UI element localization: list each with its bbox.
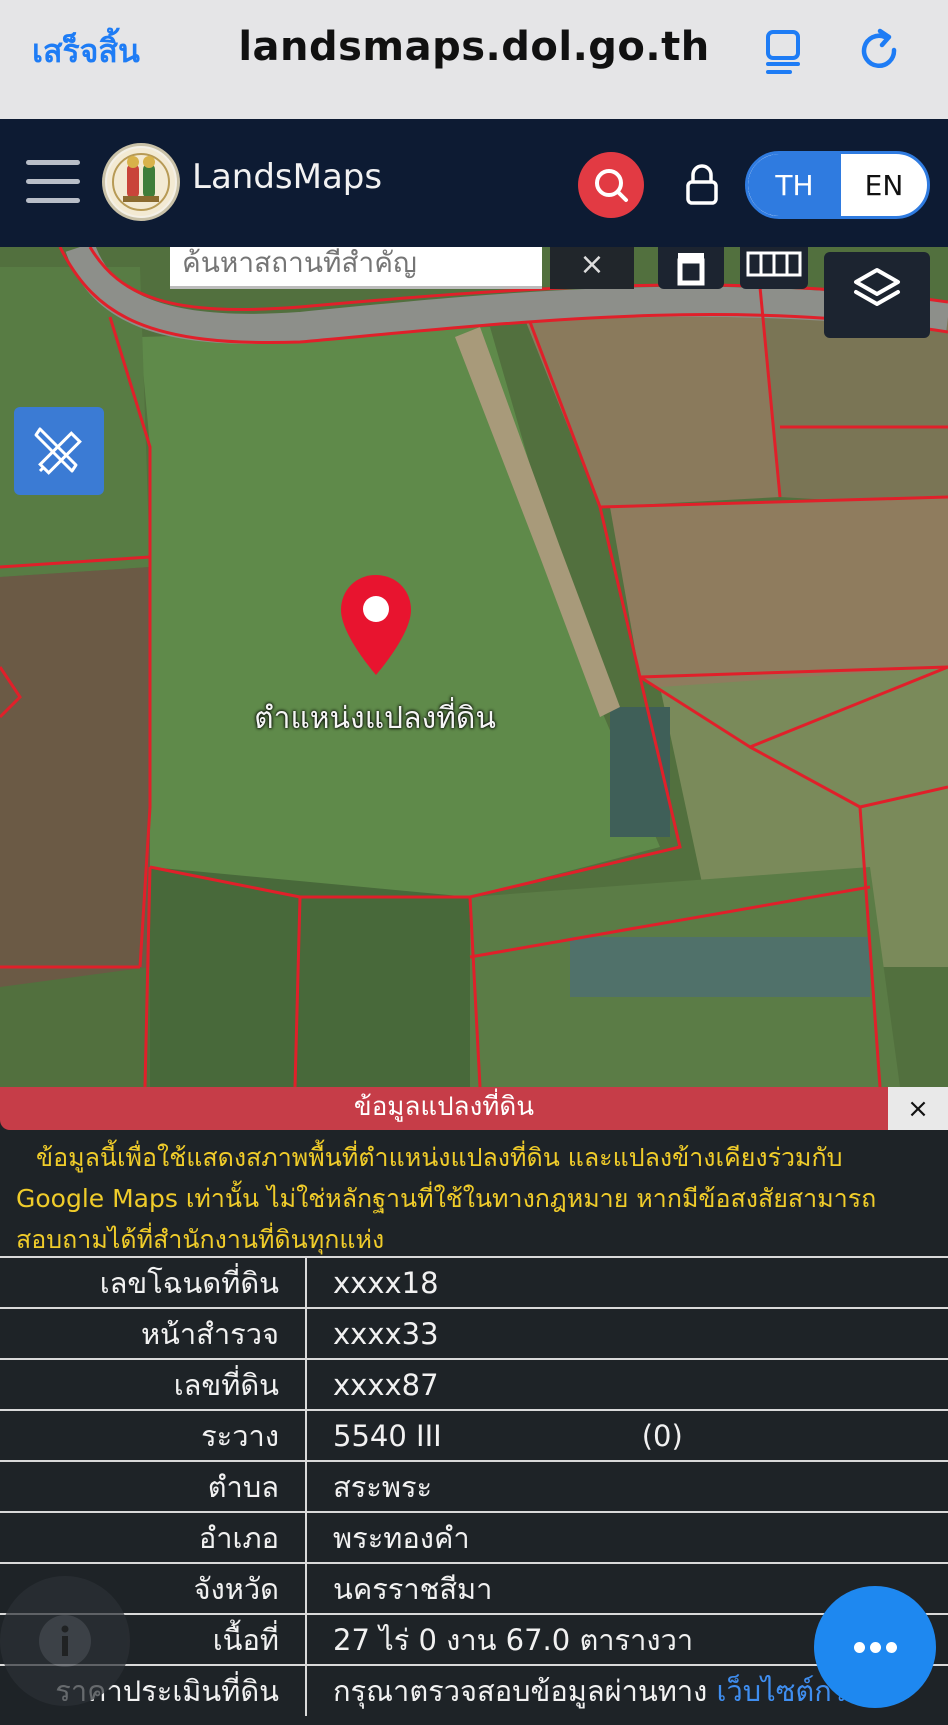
disclaimer-text: ข้อมูลนี้เพื่อใช้แสดงสภาพพื้นที่ตำแหน่งแ… [16,1143,877,1254]
search-button[interactable] [578,152,644,218]
more-dot-icon [870,1642,881,1653]
row-value: 5540 III [333,1418,442,1453]
pin-label: ตำแหน่งแปลงที่ดิน [254,701,496,736]
measure-tool-button[interactable] [14,407,104,495]
language-toggle[interactable]: TH EN [745,151,930,219]
satellite-imagery [0,247,948,1087]
app-navbar: LandsMaps TH EN [0,119,948,247]
more-dot-icon [886,1642,897,1653]
table-row: ระวาง 5540 III (0) [0,1409,948,1461]
search-icon [595,169,628,202]
brand-name: LandsMaps [192,157,383,197]
layers-icon [854,268,900,306]
more-dot-icon [854,1642,865,1653]
row-value: กรุณาตรวจสอบข้อมูลผ่านทาง [333,1674,708,1708]
layers-button[interactable] [824,252,930,338]
table-row: ตำบล สระพระ [0,1460,948,1512]
browser-toolbar: เสร็จสิ้น landsmaps.dol.go.th [0,0,948,119]
location-pin-icon[interactable] [338,573,414,677]
row-value: xxxx87 [306,1358,948,1410]
ruler-pencil-icon [34,427,82,475]
reader-icon[interactable] [762,28,808,74]
lang-en-option[interactable]: EN [841,154,927,216]
reload-icon[interactable] [858,28,904,74]
lang-th-option[interactable]: TH [748,154,841,216]
row-value-secondary: (0) [641,1418,683,1453]
clear-search-button[interactable]: × [550,247,634,289]
lock-icon[interactable] [682,163,722,207]
menu-icon[interactable] [26,160,80,204]
table-row: อำเภอ พระทองคำ [0,1511,948,1563]
satellite-map[interactable]: × ตำแหน่งแปลงที่ดิน [0,247,948,1087]
table-row: จังหวัด นครราชสีมา [0,1562,948,1614]
row-value-group: 5540 III (0) [306,1409,948,1461]
row-label: ระวาง [0,1409,307,1461]
table-row: ราคาประเมินที่ดิน กรุณาตรวจสอบข้อมูลผ่าน… [0,1664,948,1716]
row-value: สระพระ [306,1460,948,1512]
landmark-search-input[interactable] [170,247,542,286]
department-seal-logo [102,143,180,221]
close-panel-button[interactable]: × [888,1087,948,1130]
row-value: xxxx33 [306,1307,948,1359]
home-button[interactable] [658,247,724,289]
info-button[interactable] [0,1576,130,1706]
row-value: พระทองคำ [306,1511,948,1563]
row-label: หน้าสำรวจ [0,1307,307,1359]
home-icon [677,253,705,286]
grid-button[interactable] [740,247,808,289]
parcel-info-table: เลขโฉนดที่ดิน xxxx18 หน้าสำรวจ xxxx33 เล… [0,1256,948,1716]
grid-icon [746,251,802,277]
table-row: เลขที่ดิน xxxx87 [0,1358,948,1410]
landmark-search-field[interactable] [170,247,542,289]
panel-title: ข้อมูลแปลงที่ดิน [0,1087,888,1130]
row-value: xxxx18 [306,1256,948,1308]
row-label: เลขโฉนดที่ดิน [0,1256,307,1308]
table-row: เนื้อที่ 27 ไร่ 0 งาน 67.0 ตารางวา [0,1613,948,1665]
table-row: หน้าสำรวจ xxxx33 [0,1307,948,1359]
table-row: เลขโฉนดที่ดิน xxxx18 [0,1256,948,1308]
more-options-button[interactable] [814,1586,936,1708]
row-label: เลขที่ดิน [0,1358,307,1410]
row-label: อำเภอ [0,1511,307,1563]
row-label: ตำบล [0,1460,307,1512]
info-icon [39,1615,91,1667]
